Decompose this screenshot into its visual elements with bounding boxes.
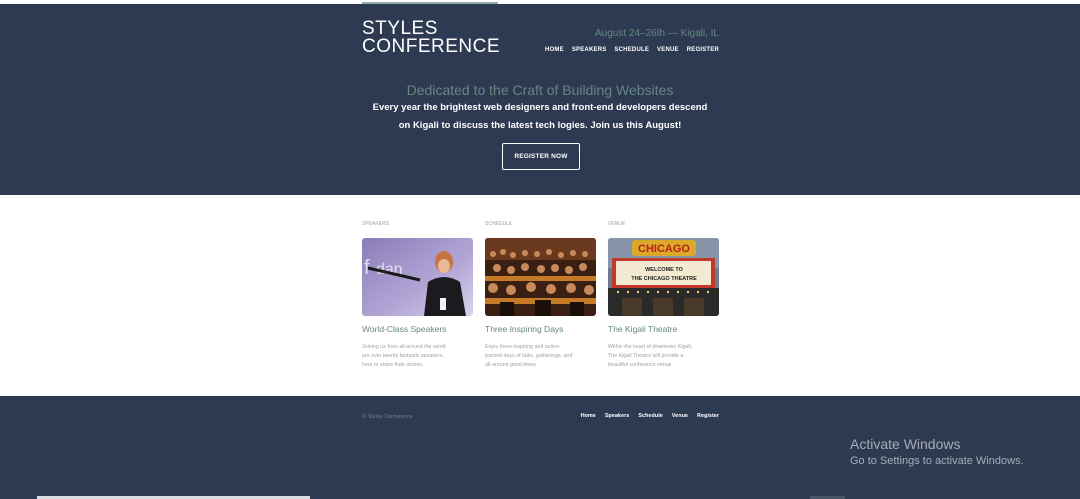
schedule-desc-line-1: Enjoy three inspiring and action- [485, 344, 561, 350]
nav-home[interactable]: HOME [545, 47, 564, 53]
schedule-column: SCHEDULE Three Inspiring Days Enjoy thre… [485, 221, 597, 370]
site-logo[interactable]: STYLES CONFERENCE [362, 19, 501, 57]
marquee-line-2: THE CHICAGO THEATRE [631, 276, 697, 282]
schedule-heading[interactable]: Three Inspiring Days [485, 324, 597, 334]
footer-nav-venue[interactable]: Venue [672, 413, 688, 419]
nav-speakers[interactable]: SPEAKERS [572, 47, 607, 53]
speaker-photo[interactable]: f dan [362, 238, 473, 316]
nav-venue[interactable]: VENUE [657, 47, 679, 53]
audience-photo[interactable] [485, 238, 596, 316]
speakers-description: Joining us from all around the world are… [362, 343, 474, 370]
primary-nav: HOME SPEAKERS SCHEDULE VENUE REGISTER [545, 47, 719, 53]
speakers-column: SPEAKERS f dan World-Class Speakers Join… [362, 221, 474, 370]
footer-nav-speakers[interactable]: Speakers [605, 413, 629, 419]
logo-line-2: CONFERENCE [362, 36, 501, 57]
speakers-desc-line-3: here to share their stories. [362, 362, 424, 368]
venue-column: VENUE CHICAGO WELCOME TO THE CHICAGO THE… [608, 221, 720, 370]
footer-nav-register[interactable]: Register [697, 413, 719, 419]
activate-windows-watermark: Activate Windows Go to Settings to activ… [850, 436, 1024, 467]
watermark-title: Activate Windows [850, 436, 961, 452]
marquee-sign-text: CHICAGO [638, 243, 690, 255]
watermark-subtitle: Go to Settings to activate Windows. [850, 455, 1024, 467]
venue-section-label: VENUE [608, 221, 626, 227]
speakers-heading[interactable]: World-Class Speakers [362, 324, 474, 334]
speakers-desc-line-1: Joining us from all around the world [362, 344, 446, 350]
register-now-button[interactable]: REGISTER NOW [502, 143, 580, 170]
marquee-line-1: WELCOME TO [645, 267, 684, 273]
venue-desc-line-2: The Kigali Theatre will provide a [608, 353, 684, 359]
venue-desc-line-3: beautiful conference venue. [608, 362, 674, 368]
nav-register[interactable]: REGISTER [687, 47, 719, 53]
theatre-photo[interactable]: CHICAGO WELCOME TO THE CHICAGO THEATRE [608, 238, 719, 316]
nav-schedule[interactable]: SCHEDULE [614, 47, 649, 53]
page-header: STYLES CONFERENCE August 24–26th — Kigal… [0, 4, 1080, 195]
venue-heading[interactable]: The Kigali Theatre [608, 324, 720, 334]
venue-description: Within the heart of downtown Kigali, The… [608, 343, 720, 370]
schedule-desc-line-3: all-around good times. [485, 362, 538, 368]
schedule-desc-line-2: packed days of talks, gatherings, and [485, 353, 573, 359]
copyright-text: © Styles Conference [362, 414, 413, 420]
speakers-section-label: SPEAKERS [362, 221, 389, 227]
speakers-desc-line-2: are over twenty fantastic speakers, [362, 353, 444, 359]
hero-title: Dedicated to the Craft of Building Websi… [406, 82, 674, 98]
footer-nav: Home Speakers Schedule Venue Register [581, 413, 719, 419]
event-dates: August 24–26th — Kigali, IL [595, 28, 719, 39]
schedule-description: Enjoy three inspiring and action- packed… [485, 343, 597, 370]
footer-nav-schedule[interactable]: Schedule [638, 413, 662, 419]
venue-desc-line-1: Within the heart of downtown Kigali, [608, 344, 693, 350]
footer-nav-home[interactable]: Home [581, 413, 596, 419]
schedule-section-label: SCHEDULE [485, 221, 513, 227]
hero-text-line-1: Every year the brightest web designers a… [372, 102, 708, 113]
hero-text-line-2: on Kigali to discuss the latest tech log… [398, 120, 682, 131]
